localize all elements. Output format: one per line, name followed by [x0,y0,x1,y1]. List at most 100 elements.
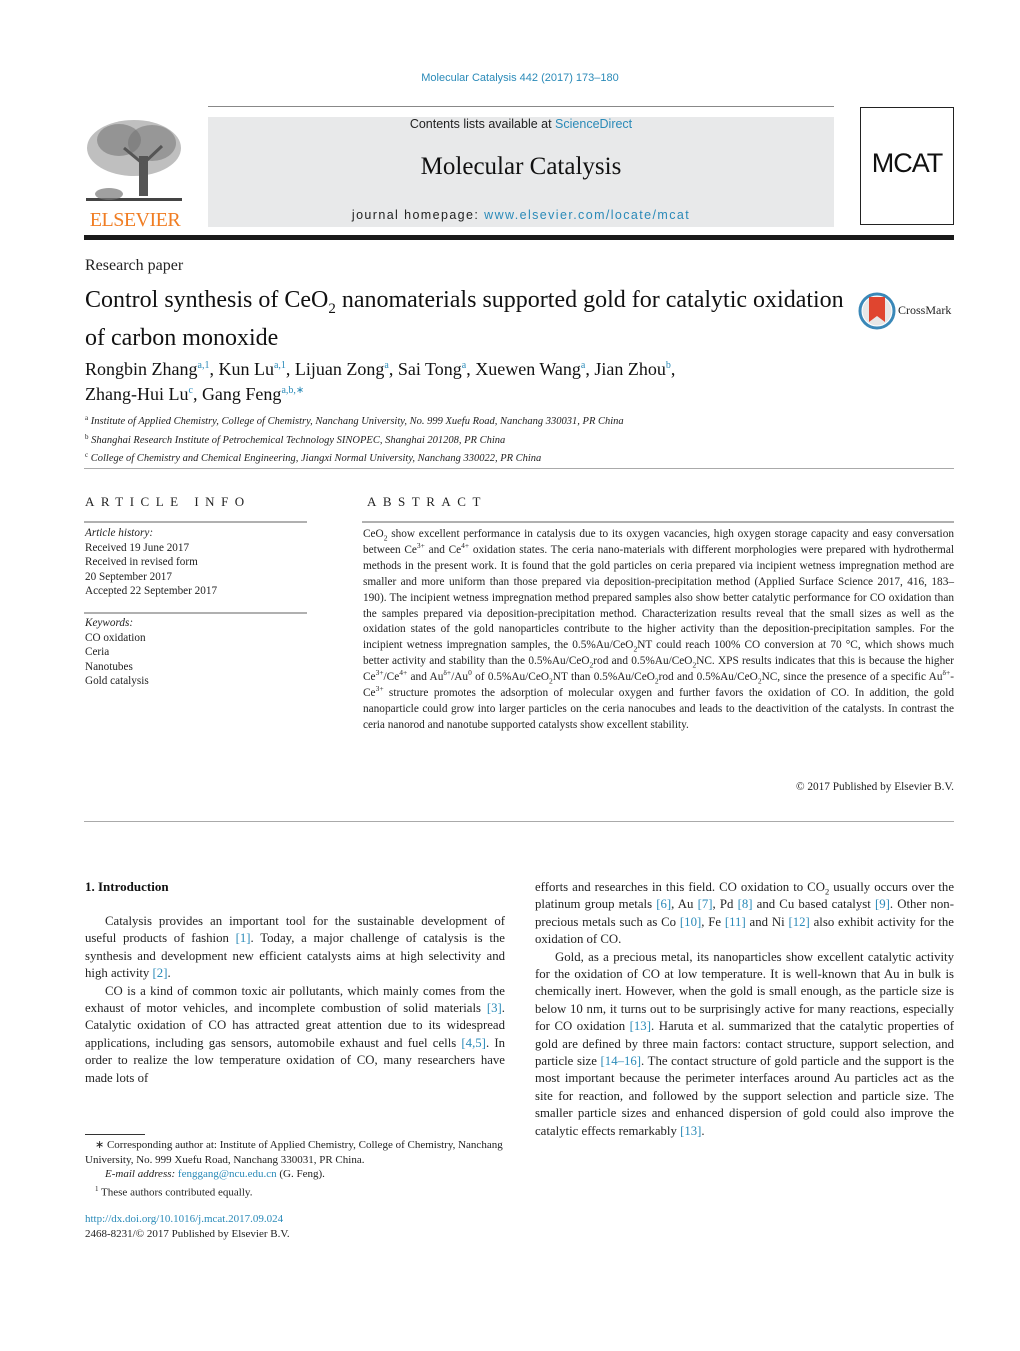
author[interactable]: Sai Tonga [398,359,466,379]
author[interactable]: Gang Fenga,b,∗ [202,384,304,404]
email-suffix: (G. Feng). [276,1168,325,1180]
text: . [701,1123,705,1138]
article-title: Control synthesis of CeO2 nanomaterials … [85,286,845,353]
history-item: 20 September 2017 [85,570,172,583]
body-column-right: efforts and researches in this field. CO… [535,879,954,1140]
email-link[interactable]: fenggang@ncu.edu.cn [178,1168,277,1180]
history-item: Received 19 June 2017 [85,541,190,554]
reference-link[interactable]: [11] [725,915,746,929]
abstract-copyright: © 2017 Published by Elsevier B.V. [795,781,954,793]
keywords: Keywords: CO oxidation Ceria Nanotubes G… [85,616,149,689]
footnote-text: Corresponding author at: Institute of Ap… [85,1139,503,1166]
abstract-span: /Ce [383,671,400,684]
reference-link[interactable]: [4,5] [461,1036,486,1050]
reference-link[interactable]: [9] [875,897,890,911]
title-subscript: 2 [328,300,336,317]
journal-cover[interactable]: MCAT [860,107,954,225]
divider [84,468,954,469]
elsevier-logo[interactable]: ELSEVIER [84,118,186,231]
article-type: Research paper [85,257,184,274]
affiliation-key: b [85,432,89,441]
text: , Au [671,897,698,912]
superscript: 3+ [416,541,425,551]
abstract-span: NT than 0.5%Au/CeO [552,671,655,684]
article-info-heading: ARTICLE INFO [85,494,251,509]
reference-link[interactable]: [3] [487,1001,502,1015]
footnote-mark: ∗ [95,1139,105,1151]
crossmark-label: CrossMark [898,303,952,317]
author-name: Rongbin Zhang [85,359,198,379]
history-item: Accepted 22 September 2017 [85,585,218,597]
affiliation-text: Shanghai Research Institute of Petrochem… [91,434,506,446]
author-affiliation-mark[interactable]: a,1 [198,360,210,371]
keyword-item: Gold catalysis [85,675,149,687]
author-name: Lijuan Zong [294,359,385,379]
divider [208,106,834,107]
journal-citation-link[interactable]: Molecular Catalysis 442 (2017) 173–180 [0,72,1020,84]
reference-link[interactable]: [8] [738,897,753,911]
affiliation: b Shanghai Research Institute of Petroch… [85,430,624,449]
superscript: 3+ [375,668,384,678]
elsevier-tree-icon [86,120,182,201]
contents-available: Contents lists available at ScienceDirec… [208,117,834,131]
reference-link[interactable]: [13] [680,1124,701,1138]
body-column-left: Catalysis provides an important tool for… [85,913,505,1087]
keywords-label: Keywords: [85,617,134,629]
reference-link[interactable]: [6] [656,897,671,911]
contents-label: Contents lists available at [409,117,556,131]
affiliation: a Institute of Applied Chemistry, Colleg… [85,411,624,430]
affiliation-key: a [85,414,89,422]
keyword-item: Ceria [85,646,110,658]
author-affiliation-mark[interactable]: a,b,∗ [281,385,304,396]
author-affiliation-mark[interactable]: a [462,360,466,371]
reference-link[interactable]: [10] [680,915,701,929]
divider [84,821,954,822]
text: , Fe [701,914,725,929]
article-history: Article history: Received 19 June 2017 R… [85,526,217,599]
author[interactable]: Rongbin Zhanga,1 [85,359,209,379]
sciencedirect-link[interactable]: ScienceDirect [555,117,632,131]
email-label: E-mail address: [105,1168,178,1180]
author-affiliation-mark[interactable]: a,1 [274,360,286,371]
author[interactable]: Kun Lua,1 [218,359,285,379]
footnote-email: E-mail address: fenggang@ncu.edu.cn (G. … [85,1167,505,1182]
crossmark-icon [858,292,896,330]
doi-link[interactable]: http://dx.doi.org/10.1016/j.mcat.2017.09… [85,1213,283,1225]
text: and Cu based catalyst [752,897,875,912]
author[interactable]: Lijuan Zonga [295,359,389,379]
author-name: Zhang-Hui Lu [85,384,189,404]
keyword-item: Nanotubes [85,660,133,673]
text: CO is a kind of common toxic air polluta… [85,983,505,1016]
history-item: Received in revised form [85,556,198,568]
text: , Pd [712,897,738,912]
author-affiliation-mark[interactable]: b [666,360,671,371]
reference-link[interactable]: [14–16] [601,1054,642,1068]
author-name: Kun Lu [218,359,274,379]
reference-link[interactable]: [12] [788,915,809,929]
homepage-link[interactable]: www.elsevier.com/locate/mcat [484,208,690,222]
abstract-span: CeO [363,528,384,540]
divider [84,521,307,523]
reference-link[interactable]: [13] [630,1019,651,1033]
footnote-divider [85,1134,145,1135]
reference-link[interactable]: [2] [153,966,168,980]
journal-homepage: journal homepage: www.elsevier.com/locat… [208,208,834,222]
author-name: Sai Tong [397,359,462,379]
author[interactable]: Jian Zhoub [594,359,671,379]
abstract-span: NC, since the presence of a specific Au [761,671,943,684]
crossmark-button[interactable]: CrossMark [858,292,958,330]
paragraph: CO is a kind of common toxic air polluta… [85,983,505,1087]
homepage-label: journal homepage: [351,208,485,222]
author[interactable]: Xuewen Wanga [475,359,585,379]
footnote-text: These authors contributed equally. [98,1186,253,1199]
affiliation-text: College of Chemistry and Chemical Engine… [90,453,542,464]
author-affiliation-mark[interactable]: a [384,360,388,371]
reference-link[interactable]: [1] [236,931,251,945]
elsevier-wordmark: ELSEVIER [89,209,181,231]
author-affiliation-mark[interactable]: a [581,360,585,371]
author[interactable]: Zhang-Hui Luc [85,384,193,404]
abstract-span: /Au [451,671,469,684]
author-affiliation-mark[interactable]: c [188,385,192,396]
header-divider [84,235,954,240]
reference-link[interactable]: [7] [698,897,713,911]
